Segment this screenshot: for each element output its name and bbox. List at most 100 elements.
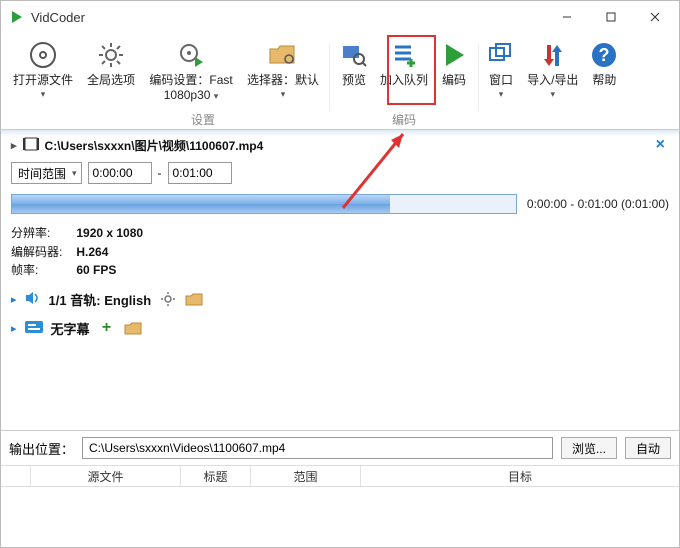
global-options-button[interactable]: 全局选项 bbox=[81, 37, 141, 103]
open-source-button[interactable]: 打开源文件 ▾ bbox=[7, 37, 79, 129]
resolution-value: 1920 x 1080 bbox=[76, 226, 143, 240]
grid-col-source[interactable]: 源文件 bbox=[31, 466, 181, 486]
encode-settings-label-2: 1080p30 bbox=[164, 88, 211, 102]
progress-row: 0:00:00 - 0:01:00 (0:01:00) bbox=[11, 194, 669, 214]
chevron-down-icon: ▾ bbox=[499, 89, 504, 100]
svg-text:?: ? bbox=[599, 45, 610, 65]
subtitle-folder-button[interactable] bbox=[124, 319, 142, 337]
import-export-label: 导入/导出 bbox=[527, 73, 578, 88]
grid-col-range[interactable]: 范围 bbox=[251, 466, 361, 486]
arrows-icon bbox=[539, 39, 567, 71]
queue-grid-header: 源文件 标题 范围 目标 bbox=[1, 465, 679, 487]
minimize-button[interactable] bbox=[545, 2, 589, 32]
add-subtitle-button[interactable]: + bbox=[98, 319, 116, 337]
expand-icon[interactable]: ▸ bbox=[11, 139, 17, 152]
encode-settings-label-1: 编码设置：Fast bbox=[149, 73, 232, 88]
audio-folder-button[interactable] bbox=[185, 290, 203, 308]
help-label: 帮助 bbox=[592, 73, 616, 88]
grid-col-expand[interactable] bbox=[1, 466, 31, 486]
speaker-icon bbox=[25, 291, 41, 308]
expand-icon[interactable]: ▸ bbox=[11, 322, 17, 335]
group-encode-label: 编码 bbox=[332, 111, 476, 128]
separator bbox=[478, 43, 479, 111]
output-section: 输出位置： 浏览... 自动 源文件 标题 范围 目标 bbox=[1, 430, 679, 547]
chevron-down-icon: ▾ bbox=[214, 91, 219, 101]
chevron-down-icon: ▾ bbox=[281, 89, 286, 100]
chevron-down-icon: ▾ bbox=[41, 89, 46, 100]
group-settings-label: 设置 bbox=[79, 111, 327, 128]
chevron-down-icon: ▾ bbox=[72, 168, 77, 179]
titlebar: VidCoder bbox=[1, 1, 679, 33]
range-progress[interactable] bbox=[11, 194, 517, 214]
source-path: C:\Users\sxxxn\图片\视频\1100607.mp4 bbox=[45, 137, 264, 154]
app-window: VidCoder 打开源文件 ▾ bbox=[0, 0, 680, 548]
add-list-icon bbox=[391, 39, 417, 71]
disc-icon bbox=[28, 39, 58, 71]
codec-value: H.264 bbox=[76, 245, 108, 259]
subtitle-label: 无字幕 bbox=[51, 319, 90, 338]
codec-label: 编解码器: bbox=[11, 243, 73, 262]
source-header: ▸ C:\Users\sxxxn\图片\视频\1100607.mp4 × bbox=[11, 136, 669, 154]
preview-label: 预览 bbox=[342, 73, 366, 88]
help-icon: ? bbox=[590, 39, 618, 71]
progress-times: 0:00:00 - 0:01:00 (0:01:00) bbox=[527, 197, 669, 211]
fps-label: 帧率: bbox=[11, 261, 73, 280]
content-area: ▸ C:\Users\sxxxn\图片\视频\1100607.mp4 × 时间范… bbox=[1, 130, 679, 430]
audio-settings-button[interactable] bbox=[159, 290, 177, 308]
range-mode-value: 时间范围 bbox=[18, 165, 66, 182]
subtitle-icon bbox=[25, 321, 43, 336]
audio-label: 音轨: bbox=[70, 293, 100, 308]
close-button[interactable] bbox=[633, 2, 677, 32]
windows-icon bbox=[487, 39, 515, 71]
subtitle-row: ▸ 无字幕 + bbox=[11, 319, 669, 338]
magnifier-icon bbox=[340, 39, 368, 71]
resolution-label: 分辨率: bbox=[11, 224, 73, 243]
global-options-label: 全局选项 bbox=[87, 73, 135, 88]
media-metadata: 分辨率: 1920 x 1080 编解码器: H.264 帧率: 60 FPS bbox=[11, 224, 669, 280]
add-queue-button[interactable]: 加入队列 bbox=[374, 37, 434, 88]
grid-col-title[interactable]: 标题 bbox=[181, 466, 251, 486]
output-path-input[interactable] bbox=[82, 437, 553, 459]
gear-play-icon bbox=[177, 39, 205, 71]
encode-button[interactable]: 编码 bbox=[434, 37, 474, 88]
chevron-down-icon: ▾ bbox=[550, 89, 555, 100]
close-source-button[interactable]: × bbox=[652, 136, 669, 154]
auto-button[interactable]: 自动 bbox=[625, 437, 671, 459]
play-icon bbox=[440, 39, 468, 71]
audio-tracks-row: ▸ 1/1 音轨: English bbox=[11, 290, 669, 309]
encode-settings-button[interactable]: 编码设置：Fast 1080p30 ▾ bbox=[141, 37, 241, 103]
app-icon bbox=[9, 9, 25, 25]
window-button[interactable]: 窗口 ▾ bbox=[481, 37, 521, 129]
help-button[interactable]: ? 帮助 bbox=[584, 37, 624, 129]
maximize-button[interactable] bbox=[589, 2, 633, 32]
grid-col-target[interactable]: 目标 bbox=[361, 466, 679, 486]
picker-button[interactable]: 选择器：默认 ▾ bbox=[241, 37, 325, 103]
film-icon bbox=[23, 137, 39, 154]
folder-gear-icon bbox=[268, 39, 298, 71]
dash-label: - bbox=[158, 166, 162, 180]
browse-button[interactable]: 浏览... bbox=[561, 437, 617, 459]
start-time-input[interactable] bbox=[88, 162, 152, 184]
toolbar: 打开源文件 ▾ 全局选项 编码设置：Fast 1080p30 ▾ bbox=[1, 33, 679, 130]
fps-value: 60 FPS bbox=[76, 263, 116, 277]
output-row: 输出位置： 浏览... 自动 bbox=[1, 431, 679, 465]
separator bbox=[329, 43, 330, 111]
import-export-button[interactable]: 导入/导出 ▾ bbox=[521, 37, 584, 129]
output-label: 输出位置： bbox=[9, 439, 74, 458]
end-time-input[interactable] bbox=[168, 162, 232, 184]
gear-icon bbox=[97, 39, 125, 71]
picker-label: 选择器：默认 bbox=[247, 73, 319, 88]
expand-icon[interactable]: ▸ bbox=[11, 293, 17, 306]
time-range-row: 时间范围 ▾ - bbox=[11, 162, 669, 184]
range-mode-select[interactable]: 时间范围 ▾ bbox=[11, 162, 82, 184]
progress-fill bbox=[12, 195, 390, 213]
audio-track-name: English bbox=[104, 293, 151, 308]
window-controls bbox=[545, 2, 677, 32]
preview-button[interactable]: 预览 bbox=[334, 37, 374, 88]
window-title: VidCoder bbox=[31, 10, 545, 25]
queue-grid-body bbox=[1, 487, 679, 547]
add-queue-label: 加入队列 bbox=[380, 73, 428, 88]
audio-count: 1/1 bbox=[49, 293, 67, 308]
encode-label: 编码 bbox=[442, 73, 466, 88]
open-source-label: 打开源文件 bbox=[13, 73, 73, 88]
